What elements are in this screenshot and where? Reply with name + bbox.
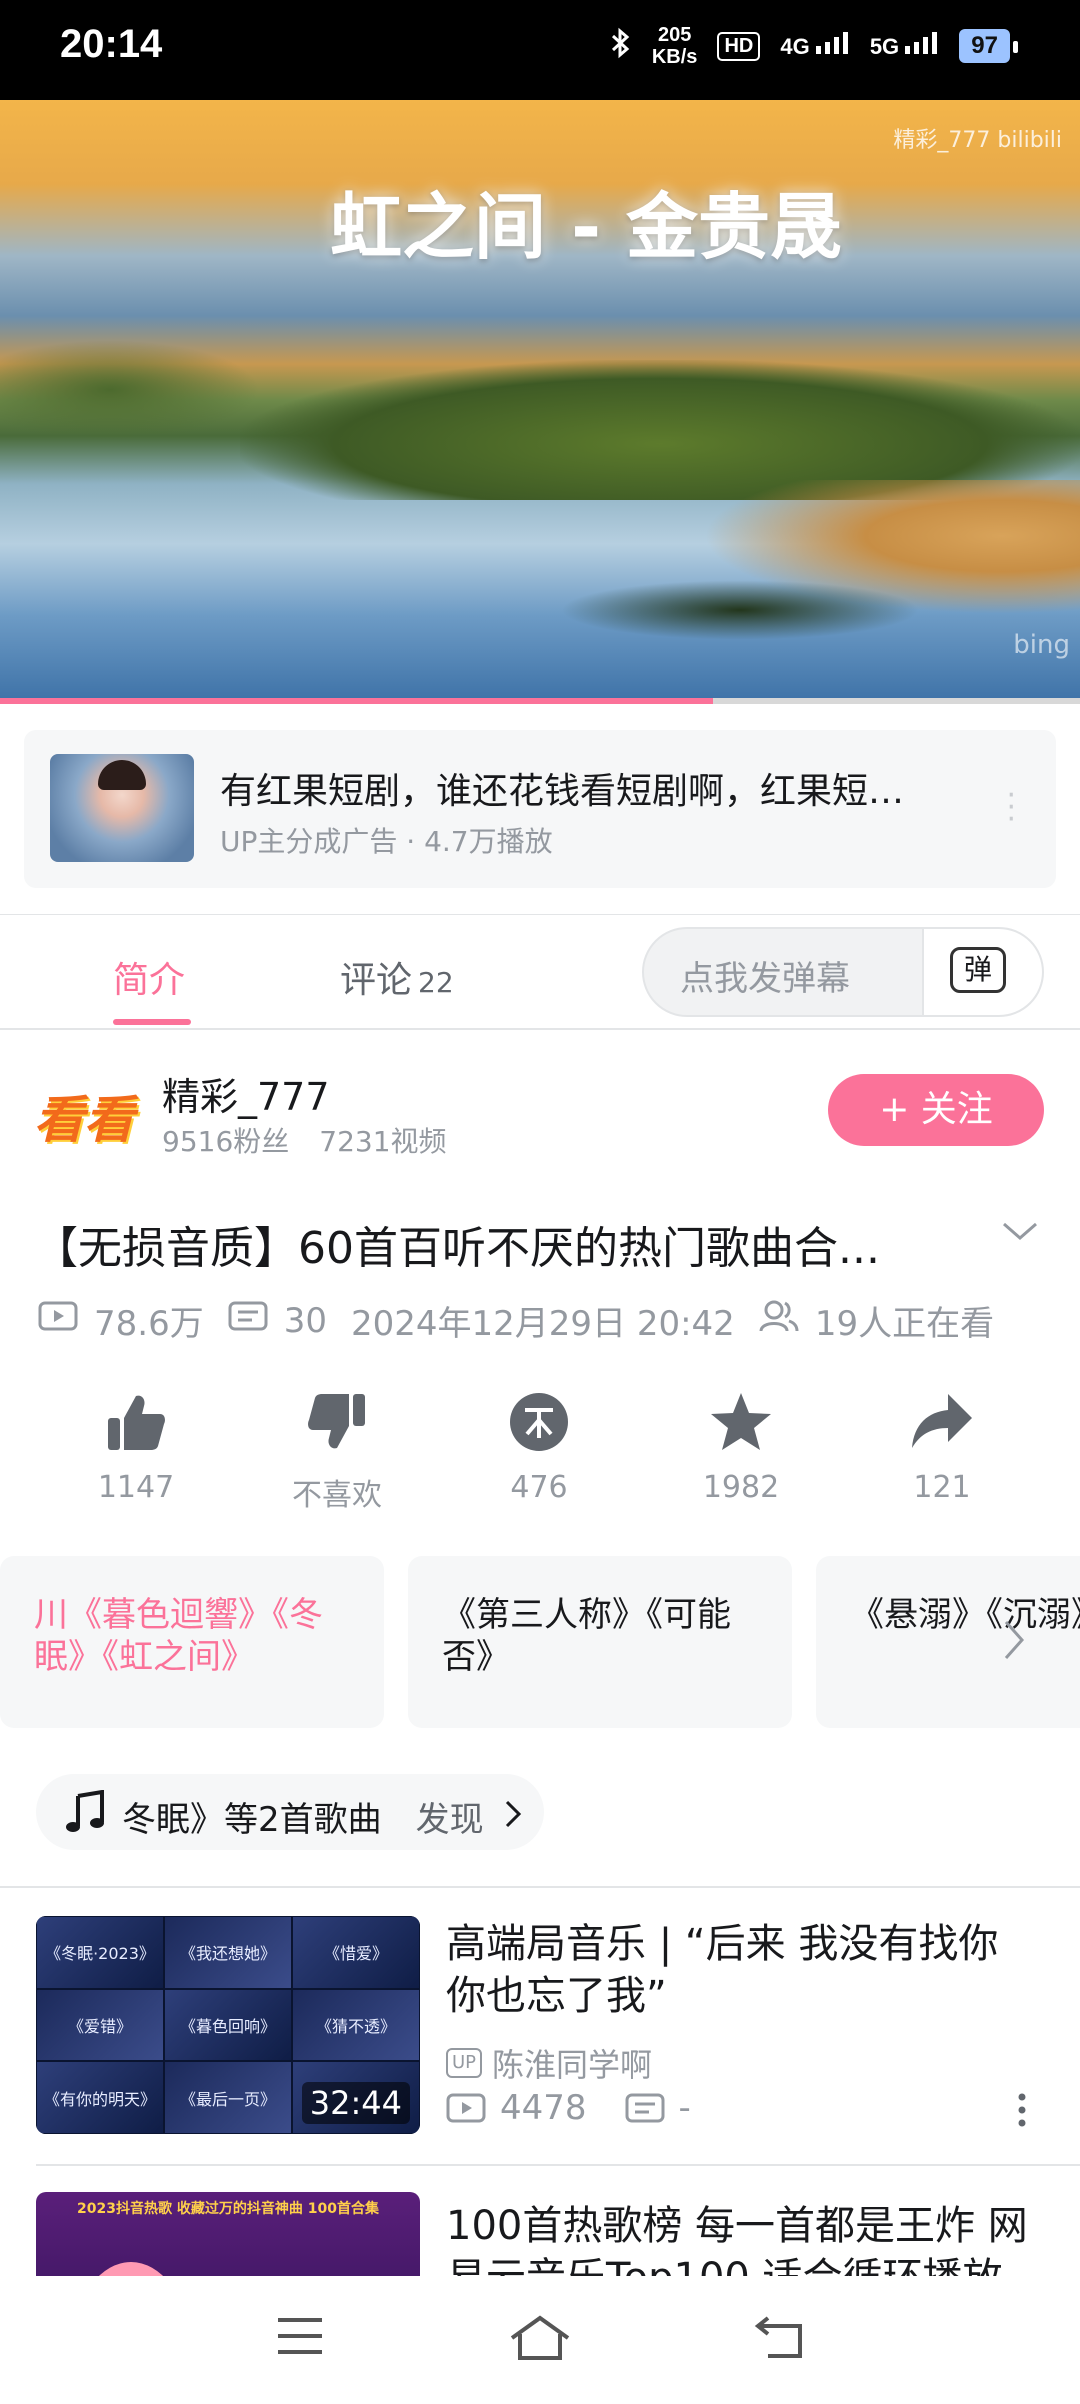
tab-indicator [113, 1019, 191, 1025]
danmaku-count-icon [625, 2093, 665, 2123]
dislike-label: 不喜欢 [292, 1478, 382, 1513]
publish-date: 2024年12月29日 20:42 [350, 1304, 735, 1344]
coin-icon [510, 1393, 568, 1451]
ad-card[interactable]: 有红果短剧，谁还花钱看短剧啊，红果短剧免费看 UP主分成广告 · 4.7万播放 … [24, 730, 1056, 888]
battery-icon: 97 [959, 29, 1018, 63]
related-video-title: 高端局音乐 | “后来 我没有找你 你也忘了我” [446, 1921, 999, 2019]
cover-banner: 2023抖音热歌 收藏过万的抖音神曲 100首合集 [77, 2201, 379, 2217]
danmaku-count-icon [228, 1300, 268, 1341]
tab-comments[interactable]: 评论 22 [340, 951, 454, 1003]
episode-list: 川《暮色迴響》《冬眠》《虹之间》 《第三人称》《可能否》 《悬溺》《沉溺》 [0, 1556, 1080, 1728]
tab-bar: 简介 评论 22 点我发弹幕 弹 [0, 914, 1080, 1030]
bluetooth-icon [610, 27, 632, 65]
ad-meta: UP主分成广告 · 4.7万播放 [220, 825, 553, 858]
related-video-stats: 4478 - [446, 2088, 691, 2128]
status-time: 20:14 [60, 22, 163, 66]
watching-count: 19人正在看 [814, 1304, 995, 1344]
video-meta: 78.6万 30 2024年12月29日 20:42 19人正在看 [38, 1296, 994, 1345]
action-bar: 1147 不喜欢 476 1982 121 [0, 1390, 1080, 1530]
more-options-icon[interactable] [1016, 2092, 1028, 2132]
uploader-stats: 9516粉丝 7231视频 [162, 1120, 447, 1160]
more-options-icon[interactable]: · · · [1006, 781, 1016, 835]
system-nav-bar [0, 2276, 1080, 2404]
video-scenery [560, 580, 920, 640]
thumb-down-icon [308, 1394, 365, 1449]
related-video-item[interactable]: 《冬眠·2023》 《我还想她》 《惜爱》 《爱错》 《暮色回响》 《猜不透》 《有你的… [0, 1916, 1080, 2136]
uploader-videos: 7231视频 [319, 1125, 447, 1158]
watching-icon [759, 1299, 799, 1342]
follow-button[interactable]: + 关注 [828, 1074, 1044, 1146]
related-video-item[interactable]: 2023抖音热歌 收藏过万的抖音神曲 100首合集 100首热歌榜 每一首都是王… [0, 2192, 1080, 2276]
video-watermark: 精彩_777 bilibili [893, 128, 1062, 153]
danmaku-icon: 弹 [950, 947, 1006, 993]
view-count: 78.6万 [94, 1304, 204, 1344]
uploader-fans: 9516粉丝 [162, 1125, 290, 1158]
cover-character [76, 2262, 186, 2276]
music-note-icon [64, 1789, 104, 1843]
share-icon [912, 1394, 972, 1448]
music-pill[interactable]: 冬眠》等2首歌曲 发现 [36, 1774, 544, 1850]
chevron-right-icon[interactable] [1000, 1616, 1028, 1668]
coin-button[interactable]: 476 [469, 1390, 609, 1505]
danmaku-toggle-button[interactable]: 弹 [922, 929, 1042, 1015]
tab-intro[interactable]: 简介 [113, 951, 185, 1003]
episode-chip[interactable]: 《悬溺》《沉溺》 [816, 1556, 1080, 1728]
thumb-up-icon [108, 1395, 165, 1450]
favorite-count: 1982 [702, 1470, 780, 1505]
danmaku-placeholder: 点我发弹幕 [680, 959, 850, 999]
menu-icon[interactable] [276, 2314, 324, 2358]
share-button[interactable]: 121 [872, 1390, 1012, 1505]
tab-comments-label: 评论 [340, 960, 413, 1001]
chevron-right-icon [504, 1798, 522, 1838]
music-text: 冬眠》等2首歌曲 发现 [122, 1800, 484, 1840]
back-icon[interactable] [754, 2314, 806, 2360]
signal-5g-icon: 5G [870, 32, 939, 60]
ad-thumbnail [50, 754, 194, 862]
video-scenery [240, 360, 1080, 500]
uploader-name[interactable]: 精彩_777 [162, 1066, 330, 1121]
video-title: 【无损音质】60首百听不厌的热门歌曲合... [34, 1223, 880, 1274]
episode-chip[interactable]: 川《暮色迴響》《冬眠》《虹之间》 [0, 1556, 384, 1728]
like-button[interactable]: 1147 [66, 1390, 206, 1505]
video-watermark-bing: bing [1013, 630, 1070, 660]
video-progress-bar[interactable] [0, 698, 1080, 704]
divider [36, 2164, 1080, 2166]
video-duration: 32:44 [301, 2082, 410, 2124]
net-speed: 205 KB/s [651, 24, 698, 68]
related-video-title: 100首热歌榜 每一首都是王炸 网易云音乐Top100 适合循环播放 [446, 2203, 1028, 2276]
signal-4g-icon: 4G [780, 32, 849, 60]
share-count: 121 [913, 1470, 971, 1505]
related-danmaku-count: - [678, 2088, 691, 2128]
danmaku-input[interactable]: 点我发弹幕 弹 [642, 927, 1044, 1017]
video-player[interactable]: 虹之间 - 金贵晟 精彩_777 bilibili bing [0, 100, 1080, 700]
episode-chip[interactable]: 《第三人称》《可能否》 [408, 1556, 792, 1728]
music-discover: 发现 [415, 1800, 484, 1840]
favorite-button[interactable]: 1982 [671, 1390, 811, 1505]
coin-count: 476 [510, 1470, 568, 1505]
play-count-icon [38, 1300, 78, 1341]
danmaku-count: 30 [283, 1300, 327, 1341]
related-view-count: 4478 [500, 2088, 587, 2128]
related-video-cover: 《冬眠·2023》 《我还想她》 《惜爱》 《爱错》 《暮色回响》 《猜不透》 《有你的… [36, 1916, 420, 2134]
home-icon[interactable] [508, 2314, 572, 2362]
star-icon [711, 1393, 771, 1450]
video-scenery [0, 340, 260, 440]
related-video-author[interactable]: UP 陈淮同学啊 [446, 2040, 652, 2086]
hd-badge: HD [717, 31, 761, 61]
up-badge-icon: UP [446, 2048, 483, 2078]
ad-title: 有红果短剧，谁还花钱看短剧啊，红果短剧免费看 [220, 771, 940, 812]
related-video-cover: 2023抖音热歌 收藏过万的抖音神曲 100首合集 [36, 2192, 420, 2276]
dislike-button[interactable]: 不喜欢 [267, 1390, 407, 1514]
like-count: 1147 [97, 1470, 175, 1505]
play-count-icon [446, 2093, 486, 2123]
video-overlay-title: 虹之间 - 金贵晟 [330, 185, 843, 269]
video-progress-fill [0, 698, 713, 704]
divider [0, 1886, 1080, 1888]
chevron-down-icon[interactable] [1000, 1220, 1040, 1248]
tab-comments-count: 22 [418, 966, 454, 999]
uploader-avatar[interactable]: 看看 [34, 1080, 134, 1149]
status-icons: 205 KB/s HD 4G 5G 97 [610, 24, 1018, 68]
status-bar: 20:14 205 KB/s HD 4G 5G 97 [0, 0, 1080, 100]
